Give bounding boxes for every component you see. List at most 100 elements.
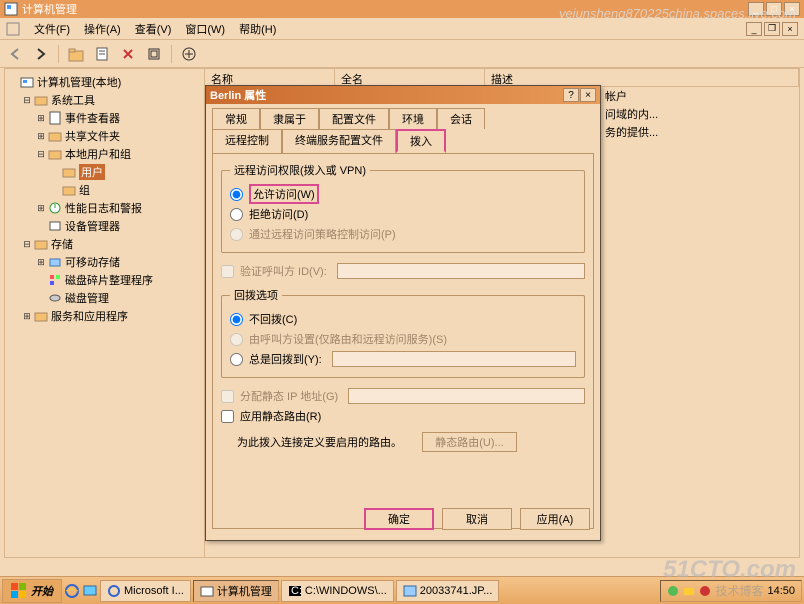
tree-shared-folders[interactable]: ⊞共享文件夹 — [7, 127, 202, 145]
help-button[interactable] — [180, 45, 198, 63]
content-panel: 名称 全名 描述 帐户 问域的内... 务的提供... Berlin 属性 ? … — [205, 69, 799, 557]
app-icon — [4, 2, 18, 16]
system-tray: 技术博客 14:50 — [660, 580, 802, 602]
minimize-button[interactable]: _ — [748, 2, 764, 16]
radio-deny-input[interactable] — [230, 208, 243, 221]
static-ip-checkbox[interactable] — [221, 390, 234, 403]
tab-terminal[interactable]: 终端服务配置文件 — [282, 129, 396, 153]
menu-action[interactable]: 操作(A) — [84, 21, 121, 37]
route-note: 为此拨入连接定义要启用的路由。 — [237, 434, 402, 450]
tab-session[interactable]: 会话 — [437, 108, 485, 129]
always-callback-input — [332, 351, 576, 367]
dialog-close-button[interactable]: × — [580, 88, 596, 102]
back-button[interactable] — [6, 45, 24, 63]
toolbar — [0, 40, 804, 68]
static-ip-input — [348, 388, 585, 404]
static-routes-button[interactable]: 静态路由(U)... — [422, 432, 517, 452]
radio-allow-access[interactable]: 允许访问(W) — [230, 184, 576, 204]
menubar: 文件(F) 操作(A) 查看(V) 窗口(W) 帮助(H) _ ❐ × — [0, 18, 804, 40]
tree-root[interactable]: 计算机管理(本地) — [7, 73, 202, 91]
tree-groups[interactable]: 组 — [7, 181, 202, 199]
radio-nocb-input[interactable] — [230, 313, 243, 326]
task-cmd[interactable]: C:\C:\WINDOWS\... — [281, 580, 394, 602]
quicklaunch-desktop[interactable] — [82, 583, 98, 599]
tab-env[interactable]: 环境 — [389, 108, 437, 129]
windows-icon — [11, 583, 27, 599]
check-verify-caller[interactable]: 验证呼叫方 ID(V): — [221, 261, 585, 281]
properties-dialog: Berlin 属性 ? × 常规 隶属于 配置文件 环境 会话 远程控制 终端服… — [205, 85, 601, 541]
properties-button[interactable] — [93, 45, 111, 63]
check-static-ip[interactable]: 分配静态 IP 地址(G) — [221, 386, 585, 406]
tab-general[interactable]: 常规 — [212, 108, 260, 129]
cancel-button[interactable]: 取消 — [442, 508, 512, 530]
watermark-blog: 技术博客 — [715, 582, 763, 599]
svg-text:C:\: C:\ — [291, 585, 302, 597]
tray-icon[interactable] — [683, 585, 695, 597]
tree-panel: 计算机管理(本地) ⊟系统工具 ⊞事件查看器 ⊞共享文件夹 ⊟本地用户和组 用户… — [5, 69, 205, 557]
tree-device-mgr[interactable]: 设备管理器 — [7, 217, 202, 235]
menu-help[interactable]: 帮助(H) — [239, 21, 276, 37]
tray-icon[interactable] — [699, 585, 711, 597]
maximize-button[interactable]: □ — [766, 2, 782, 16]
window-titlebar: 计算机管理 _ □ × — [0, 0, 804, 18]
col-name[interactable]: 名称 — [205, 69, 335, 86]
refresh-button[interactable] — [145, 45, 163, 63]
task-compmgmt[interactable]: 计算机管理 — [193, 580, 279, 602]
tree-users[interactable]: 用户 — [7, 163, 202, 181]
child-minimize-button[interactable]: _ — [746, 22, 762, 36]
system-icon[interactable] — [6, 22, 20, 36]
tray-icon[interactable] — [667, 585, 679, 597]
static-routes-checkbox[interactable] — [221, 410, 234, 423]
task-ie[interactable]: Microsoft I... — [100, 580, 191, 602]
tree-event-viewer[interactable]: ⊞事件查看器 — [7, 109, 202, 127]
menu-file[interactable]: 文件(F) — [34, 21, 70, 37]
tree-defrag[interactable]: 磁盘碎片整理程序 — [7, 271, 202, 289]
callback-group: 回拨选项 不回拨(C) 由呼叫方设置(仅路由和远程访问服务)(S) 总是回拨到(… — [221, 287, 585, 378]
start-button[interactable]: 开始 — [2, 579, 62, 603]
verify-caller-input — [337, 263, 585, 279]
col-desc[interactable]: 描述 — [485, 69, 799, 86]
remote-access-legend: 远程访问权限(拨入或 VPN) — [230, 162, 370, 178]
radio-deny-access[interactable]: 拒绝访问(D) — [230, 204, 576, 224]
apply-button[interactable]: 应用(A) — [520, 508, 590, 530]
radio-alwayscb-input[interactable] — [230, 353, 243, 366]
col-full[interactable]: 全名 — [335, 69, 485, 86]
radio-caller-callback[interactable]: 由呼叫方设置(仅路由和远程访问服务)(S) — [230, 329, 576, 349]
remote-access-group: 远程访问权限(拨入或 VPN) 允许访问(W) 拒绝访问(D) 通过远程访问策略… — [221, 162, 585, 253]
radio-allow-input[interactable] — [230, 188, 243, 201]
verify-caller-checkbox[interactable] — [221, 265, 234, 278]
tray-time: 14:50 — [767, 585, 795, 597]
tree-services[interactable]: ⊞服务和应用程序 — [7, 307, 202, 325]
tab-body: 远程访问权限(拨入或 VPN) 允许访问(W) 拒绝访问(D) 通过远程访问策略… — [212, 153, 594, 529]
quicklaunch-ie[interactable] — [64, 583, 80, 599]
radio-policy-access[interactable]: 通过远程访问策略控制访问(P) — [230, 224, 576, 244]
task-image[interactable]: 20033741.JP... — [396, 580, 500, 602]
tab-profiles[interactable]: 配置文件 — [319, 108, 389, 129]
tree-perf[interactable]: ⊞性能日志和警报 — [7, 199, 202, 217]
radio-callercb-input[interactable] — [230, 333, 243, 346]
dialog-title: Berlin 属性 — [210, 87, 266, 103]
menu-view[interactable]: 查看(V) — [135, 21, 172, 37]
tab-member[interactable]: 隶属于 — [260, 108, 319, 129]
up-button[interactable] — [67, 45, 85, 63]
callback-legend: 回拨选项 — [230, 287, 282, 303]
ok-button[interactable]: 确定 — [364, 508, 434, 530]
delete-button[interactable] — [119, 45, 137, 63]
tree-removable[interactable]: ⊞可移动存储 — [7, 253, 202, 271]
tree-disk-mgmt[interactable]: 磁盘管理 — [7, 289, 202, 307]
check-static-routes[interactable]: 应用静态路由(R) — [221, 406, 585, 426]
tree-local-users[interactable]: ⊟本地用户和组 — [7, 145, 202, 163]
forward-button[interactable] — [32, 45, 50, 63]
radio-no-callback[interactable]: 不回拨(C) — [230, 309, 576, 329]
dialog-help-button[interactable]: ? — [563, 88, 579, 102]
tree-system-tools[interactable]: ⊟系统工具 — [7, 91, 202, 109]
tab-remote[interactable]: 远程控制 — [212, 129, 282, 153]
child-close-button[interactable]: × — [782, 22, 798, 36]
radio-policy-input[interactable] — [230, 228, 243, 241]
tree-storage[interactable]: ⊟存储 — [7, 235, 202, 253]
close-button[interactable]: × — [784, 2, 800, 16]
menu-window[interactable]: 窗口(W) — [185, 21, 225, 37]
radio-always-callback[interactable]: 总是回拨到(Y): — [230, 349, 576, 369]
tab-dialin[interactable]: 拨入 — [396, 129, 446, 153]
child-restore-button[interactable]: ❐ — [764, 22, 780, 36]
